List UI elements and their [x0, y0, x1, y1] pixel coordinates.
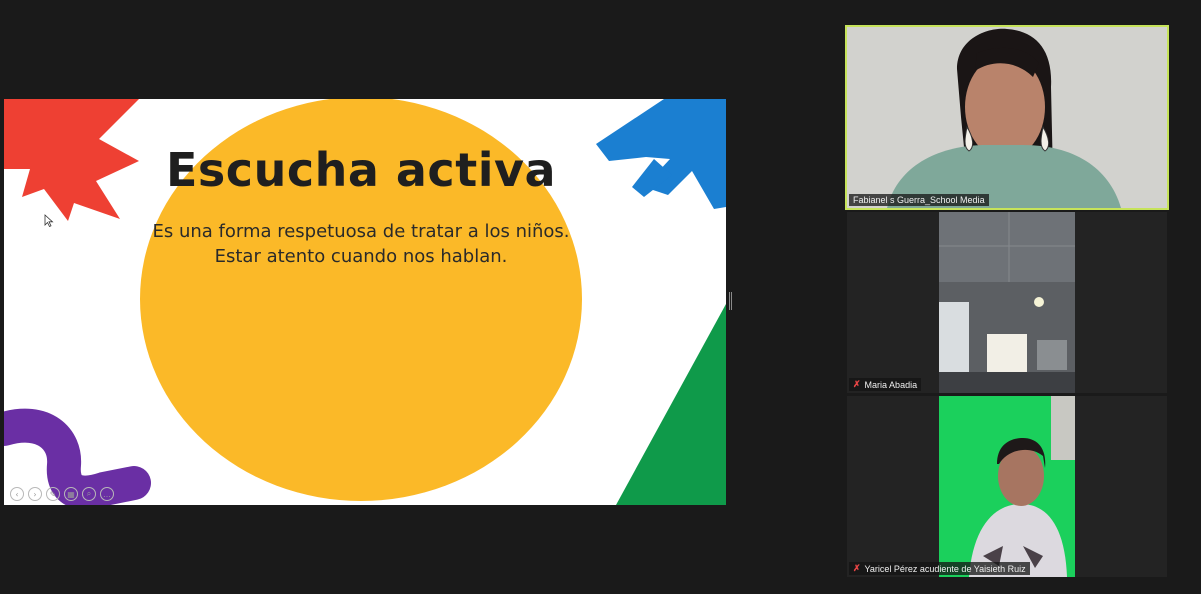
participant-name-tag-2: ✗ Maria Abadia [849, 378, 922, 391]
green-triangle-shape [616, 304, 726, 505]
slide-body-line-2: Estar atento cuando nos hablan. [214, 246, 508, 267]
participant-video-3 [939, 396, 1075, 577]
next-icon[interactable]: › [28, 487, 42, 501]
zoom-icon[interactable]: ⌕ [82, 487, 96, 501]
more-icon[interactable]: … [100, 487, 114, 501]
participant-video-1 [847, 27, 1167, 208]
participant-tile-2[interactable]: ✗ Maria Abadia [847, 212, 1167, 393]
mic-muted-icon: ✗ [853, 379, 861, 389]
previous-icon[interactable]: ‹ [10, 487, 24, 501]
pen-icon[interactable]: ✎ [46, 487, 60, 501]
split-view-handle[interactable] [729, 292, 732, 310]
mouse-cursor-icon [44, 214, 54, 228]
slide-body: Es una forma respetuosa de tratar a los … [0, 219, 722, 269]
purple-curl-shape [4, 408, 151, 505]
participant-tile-3[interactable]: ✗ Yaricel Pérez acudiente de Yaisieth Ru… [847, 396, 1167, 577]
participant-name-1: Fabianel s Guerra_School Media [853, 195, 985, 205]
slide-title: Escucha activa [166, 143, 556, 197]
participant-name-tag-1: Fabianel s Guerra_School Media [849, 194, 989, 206]
mic-muted-icon: ✗ [853, 563, 861, 573]
participant-name-3: Yaricel Pérez acudiente de Yaisieth Ruiz [864, 563, 1026, 574]
participant-name-tag-3: ✗ Yaricel Pérez acudiente de Yaisieth Ru… [849, 562, 1030, 575]
slides-grid-icon[interactable]: ▦ [64, 487, 78, 501]
participant-name-2: Maria Abadia [864, 379, 918, 390]
participant-video-2 [939, 212, 1075, 393]
presenter-toolbar: ‹ › ✎ ▦ ⌕ … [10, 487, 114, 501]
slide-body-line-1: Es una forma respetuosa de tratar a los … [152, 221, 570, 242]
participant-tile-1[interactable]: Fabianel s Guerra_School Media [845, 25, 1169, 210]
